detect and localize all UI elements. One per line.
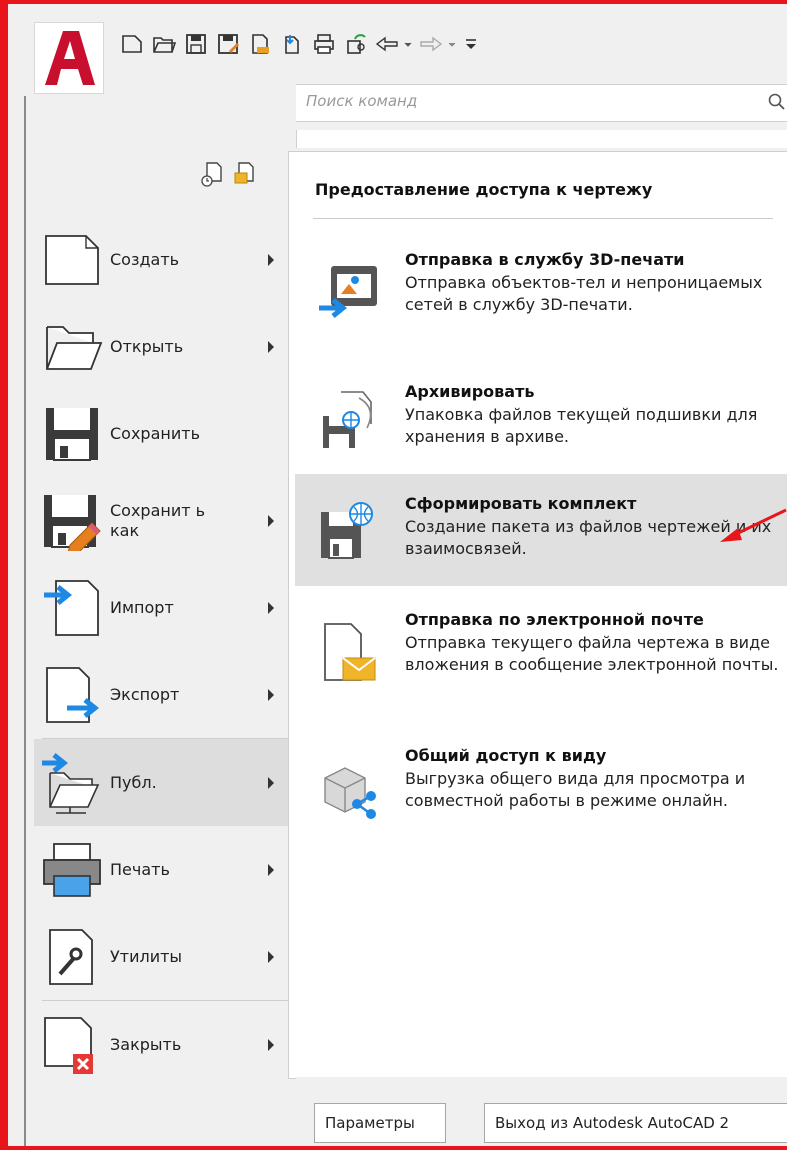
menu-item-new[interactable]: Создать: [34, 216, 296, 303]
save-icon[interactable]: [182, 30, 210, 58]
submenu-item-title: Отправка по электронной почте: [405, 610, 704, 629]
export-document-icon: [36, 659, 108, 731]
options-button[interactable]: Параметры: [314, 1103, 446, 1143]
menu-item-label: Импорт: [110, 597, 174, 617]
etransmit-icon: [321, 502, 373, 559]
menu-footer: Параметры Выход из Autodesk AutoCAD 2: [296, 1077, 787, 1146]
submenu-item-share-view[interactable]: Общий доступ к виду Выгрузка общего вида…: [295, 736, 787, 846]
panel-top-strip: [296, 130, 787, 148]
chevron-right-icon: [268, 601, 274, 614]
chevron-right-icon: [268, 514, 274, 527]
new-icon[interactable]: [118, 30, 146, 58]
submenu-item-desc: Упаковка файлов текущей подшивки для хра…: [405, 405, 758, 446]
menu-item-close[interactable]: Закрыть: [34, 1001, 296, 1088]
search-input[interactable]: [304, 91, 748, 111]
submenu-item-title: Отправка в службу 3D-печати: [405, 250, 685, 269]
chevron-right-icon: [268, 340, 274, 353]
saveas-icon[interactable]: [214, 30, 242, 58]
submenu-item-archive[interactable]: Архивировать Упаковка файлов текущей под…: [295, 374, 787, 474]
submenu-item-email[interactable]: Отправка по электронной почте Отправка т…: [295, 600, 787, 730]
menu-item-label: Экспорт: [110, 684, 180, 704]
publish-submenu-panel: Предоставление доступа к чертежу Отправк…: [288, 151, 787, 1079]
menu-item-label: Закрыть: [110, 1034, 182, 1054]
chevron-right-icon: [268, 863, 274, 876]
recent-documents-icon[interactable]: [201, 161, 225, 187]
chevron-right-icon: [268, 1038, 274, 1051]
exit-autocad-button[interactable]: Выход из Autodesk AutoCAD 2: [484, 1103, 787, 1143]
customize-icon[interactable]: [462, 30, 480, 58]
menu-item-import[interactable]: Импорт: [34, 564, 296, 651]
quick-access-toolbar: [118, 24, 480, 64]
menu-item-save-as[interactable]: Сохранит ь как: [34, 477, 296, 564]
menu-item-label: Открыть: [110, 336, 184, 356]
submenu-title: Предоставление доступа к чертежу: [315, 180, 653, 199]
left-border-line: [24, 96, 26, 1146]
submenu-divider: [313, 218, 773, 219]
annotation-arrow-icon: [720, 508, 787, 542]
chevron-right-icon: [268, 688, 274, 701]
menu-item-save[interactable]: Сохранить: [34, 390, 296, 477]
menu-item-utilities[interactable]: Утилиты: [34, 913, 296, 1000]
recent-documents-toggle: [201, 161, 257, 187]
submenu-item-3d-print[interactable]: Отправка в службу 3D-печати Отправка объ…: [295, 240, 787, 350]
archive-icon: [323, 391, 372, 448]
submenu-item-title: Архивировать: [405, 382, 535, 401]
open-icon[interactable]: [150, 30, 178, 58]
chevron-right-icon: [268, 253, 274, 266]
undo-icon[interactable]: [374, 30, 414, 58]
menu-item-label: Публ.: [110, 772, 157, 792]
print-icon[interactable]: [310, 30, 338, 58]
printer-icon: [36, 834, 108, 906]
3d-print-service-icon: [319, 266, 377, 318]
export-icon[interactable]: [278, 30, 306, 58]
command-search-bar: [296, 84, 787, 122]
import-document-icon: [36, 572, 108, 644]
submenu-item-title: Сформировать комплект: [405, 494, 637, 513]
new-drawing-icon: [36, 224, 108, 296]
submenu-item-desc: Выгрузка общего вида для просмотра и сов…: [405, 769, 746, 810]
email-attachment-icon: [324, 623, 376, 681]
submenu-item-desc: Отправка текущего файла чертежа в виде в…: [405, 633, 779, 674]
menu-item-publish[interactable]: Публ.: [34, 739, 296, 826]
publish-icon: [36, 747, 108, 819]
save-floppy-icon: [36, 398, 108, 470]
autocad-logo-button[interactable]: [34, 22, 104, 94]
search-icon[interactable]: [768, 93, 786, 111]
menu-item-label: Утилиты: [110, 946, 183, 966]
open-folder-icon: [36, 311, 108, 383]
share-view-icon: [324, 767, 376, 819]
submenu-item-title: Общий доступ к виду: [405, 746, 607, 765]
application-menu: Создать Открыть Сохранить Сохранит ь как: [8, 4, 787, 1146]
submenu-item-desc: Отправка объектов-тел и непроницаемых се…: [405, 273, 763, 314]
chevron-right-icon: [268, 776, 274, 789]
share-icon[interactable]: [342, 30, 370, 58]
menu-item-label: Сохранить: [110, 423, 200, 443]
menu-item-export[interactable]: Экспорт: [34, 651, 296, 738]
wrench-document-icon: [36, 921, 108, 993]
menu-item-label: Сохранит ь как: [110, 500, 206, 540]
import-icon[interactable]: [246, 30, 274, 58]
application-menu-list: Создать Открыть Сохранить Сохранит ь как: [34, 216, 296, 1088]
close-document-icon: [36, 1009, 108, 1081]
submenu-item-etransmit[interactable]: Сформировать комплект Создание пакета из…: [295, 474, 787, 586]
chevron-right-icon: [268, 950, 274, 963]
open-documents-icon[interactable]: [233, 161, 257, 187]
redo-icon[interactable]: [418, 30, 458, 58]
menu-item-label: Печать: [110, 859, 170, 879]
menu-item-label: Создать: [110, 249, 180, 269]
menu-item-open[interactable]: Открыть: [34, 303, 296, 390]
menu-item-print[interactable]: Печать: [34, 826, 296, 913]
save-as-icon: [36, 485, 108, 557]
